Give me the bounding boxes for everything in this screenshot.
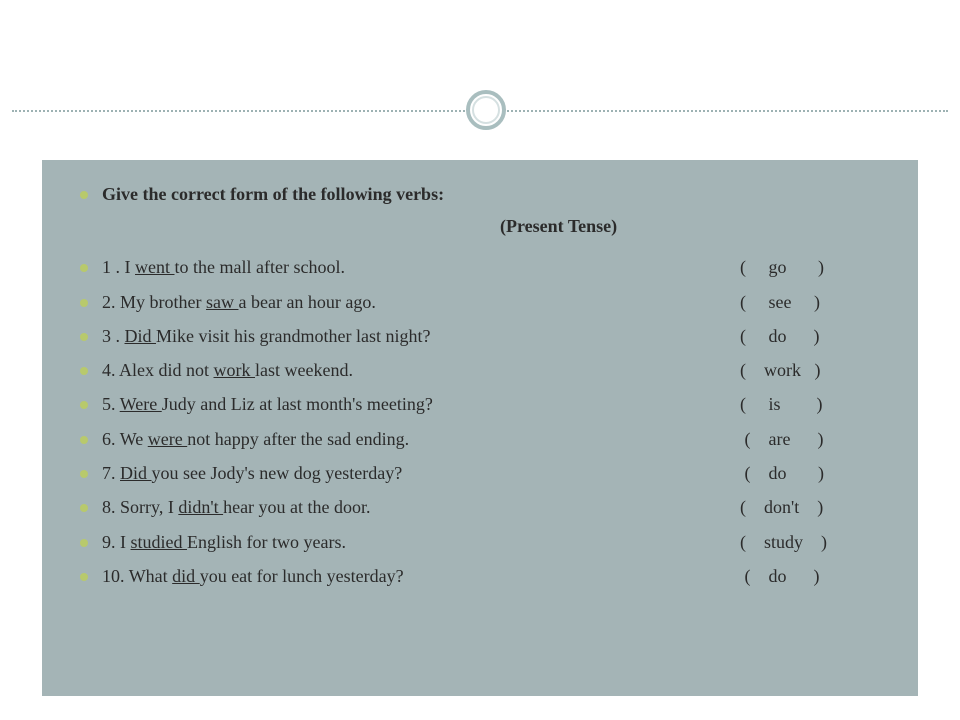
- verb-hint: ( is ): [740, 392, 890, 416]
- question-list: 1 . I went to the mall after school.( go…: [80, 255, 890, 588]
- question-row: 3 . Did Mike visit his grandmother last …: [102, 324, 890, 348]
- verb-hint: ( do ): [740, 564, 890, 588]
- question-number: 10.: [102, 566, 129, 586]
- question-number: 7.: [102, 463, 120, 483]
- question-item: 5. Were Judy and Liz at last month's mee…: [80, 392, 890, 416]
- exercise-list: Give the correct form of the following v…: [80, 182, 890, 206]
- question-number: 1 .: [102, 257, 125, 277]
- sentence-post: hear you at the door.: [223, 497, 370, 517]
- question-number: 2.: [102, 292, 120, 312]
- title-text: Give the correct form of the following v…: [102, 184, 444, 204]
- sentence-post: you see Jody's new dog yesterday?: [152, 463, 403, 483]
- verb-hint: ( are ): [740, 427, 890, 451]
- verb-hint: ( work ): [740, 358, 890, 382]
- sentence: 3 . Did Mike visit his grandmother last …: [102, 324, 740, 348]
- verb-hint: ( don't ): [740, 495, 890, 519]
- verb-hint: ( go ): [740, 255, 890, 279]
- sentence: 2. My brother saw a bear an hour ago.: [102, 290, 740, 314]
- question-number: 8.: [102, 497, 120, 517]
- answer-blank: did: [172, 566, 200, 586]
- question-row: 7. Did you see Jody's new dog yesterday?…: [102, 461, 890, 485]
- sentence: 8. Sorry, I didn't hear you at the door.: [102, 495, 740, 519]
- answer-blank: didn't: [178, 497, 223, 517]
- verb-hint: ( see ): [740, 290, 890, 314]
- sentence-pre: What: [129, 566, 172, 586]
- sentence-post: you eat for lunch yesterday?: [200, 566, 404, 586]
- sentence-post: last weekend.: [255, 360, 353, 380]
- answer-blank: work: [214, 360, 256, 380]
- subtitle-text: (Present Tense): [500, 216, 617, 237]
- question-number: 6.: [102, 429, 120, 449]
- verb-hint: ( do ): [740, 461, 890, 485]
- sentence: 9. I studied English for two years.: [102, 530, 740, 554]
- question-item: 8. Sorry, I didn't hear you at the door.…: [80, 495, 890, 519]
- answer-blank: saw: [206, 292, 239, 312]
- question-item: 7. Did you see Jody's new dog yesterday?…: [80, 461, 890, 485]
- sentence-pre: Alex did not: [119, 360, 214, 380]
- question-number: 9.: [102, 532, 120, 552]
- sentence-post: a bear an hour ago.: [238, 292, 375, 312]
- question-row: 9. I studied English for two years.( stu…: [102, 530, 890, 554]
- sentence: 5. Were Judy and Liz at last month's mee…: [102, 392, 740, 416]
- question-row: 10. What did you eat for lunch yesterday…: [102, 564, 890, 588]
- sentence-post: Mike visit his grandmother last night?: [156, 326, 430, 346]
- question-number: 5.: [102, 394, 120, 414]
- question-number: 4.: [102, 360, 119, 380]
- sentence: 1 . I went to the mall after school.: [102, 255, 740, 279]
- exercise-title: Give the correct form of the following v…: [80, 182, 890, 206]
- question-item: 4. Alex did not work last weekend.( work…: [80, 358, 890, 382]
- sentence-pre: My brother: [120, 292, 206, 312]
- question-row: 4. Alex did not work last weekend.( work…: [102, 358, 890, 382]
- question-item: 10. What did you eat for lunch yesterday…: [80, 564, 890, 588]
- question-row: 6. We were not happy after the sad endin…: [102, 427, 890, 451]
- question-row: 8. Sorry, I didn't hear you at the door.…: [102, 495, 890, 519]
- sentence: 7. Did you see Jody's new dog yesterday?: [102, 461, 740, 485]
- sentence-post: to the mall after school.: [175, 257, 345, 277]
- ring-ornament: [466, 90, 506, 130]
- question-item: 6. We were not happy after the sad endin…: [80, 427, 890, 451]
- sentence-post: not happy after the sad ending.: [187, 429, 409, 449]
- sentence: 10. What did you eat for lunch yesterday…: [102, 564, 740, 588]
- sentence-post: Judy and Liz at last month's meeting?: [162, 394, 433, 414]
- sentence-post: English for two years.: [187, 532, 346, 552]
- answer-blank: were: [148, 429, 187, 449]
- answer-blank: Were: [120, 394, 162, 414]
- sentence: 6. We were not happy after the sad endin…: [102, 427, 740, 451]
- sentence: 4. Alex did not work last weekend.: [102, 358, 740, 382]
- question-item: 2. My brother saw a bear an hour ago.( s…: [80, 290, 890, 314]
- question-item: 1 . I went to the mall after school.( go…: [80, 255, 890, 279]
- question-item: 3 . Did Mike visit his grandmother last …: [80, 324, 890, 348]
- content-panel: Give the correct form of the following v…: [42, 160, 918, 696]
- question-number: 3 .: [102, 326, 125, 346]
- sentence-pre: We: [120, 429, 148, 449]
- question-row: 1 . I went to the mall after school.( go…: [102, 255, 890, 279]
- sentence-pre: Sorry, I: [120, 497, 178, 517]
- question-row: 2. My brother saw a bear an hour ago.( s…: [102, 290, 890, 314]
- sentence-pre: I: [125, 257, 136, 277]
- slide-frame: Give the correct form of the following v…: [12, 12, 948, 708]
- verb-hint: ( do ): [740, 324, 890, 348]
- answer-blank: went: [135, 257, 175, 277]
- verb-hint: ( study ): [740, 530, 890, 554]
- exercise-subtitle: (Present Tense): [80, 216, 890, 237]
- sentence-pre: I: [120, 532, 131, 552]
- question-row: 5. Were Judy and Liz at last month's mee…: [102, 392, 890, 416]
- question-item: 9. I studied English for two years.( stu…: [80, 530, 890, 554]
- answer-blank: Did: [125, 326, 157, 346]
- answer-blank: Did: [120, 463, 152, 483]
- answer-blank: studied: [131, 532, 188, 552]
